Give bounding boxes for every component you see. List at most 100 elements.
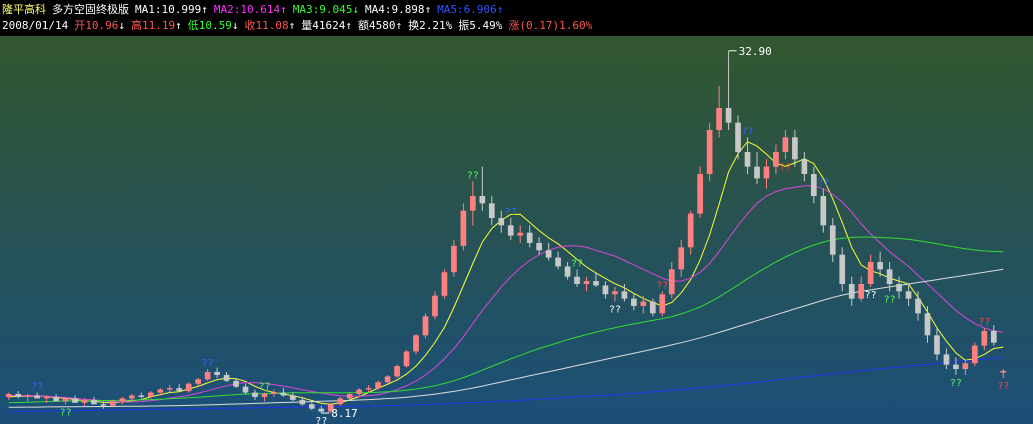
- candle-body: [725, 108, 732, 123]
- candle-body: [72, 398, 78, 403]
- candle-body: [526, 232, 533, 243]
- candle-body: [915, 298, 921, 314]
- candle-body: [981, 330, 988, 346]
- candle-body: [668, 269, 675, 295]
- candle-body: [754, 166, 760, 179]
- candle-body: [204, 372, 211, 380]
- candle-body: [479, 196, 486, 204]
- stock-name: 隆平高科: [2, 3, 46, 16]
- candle-body: [176, 388, 183, 392]
- candle-body: [792, 137, 798, 160]
- candle-body: [678, 247, 685, 270]
- signal-label: ??: [950, 378, 962, 389]
- signal-label: ??: [865, 290, 877, 301]
- candle-body: [147, 392, 154, 397]
- candle-body: [877, 262, 883, 270]
- candle: [972, 342, 978, 367]
- candle-body: [280, 392, 287, 396]
- signal-label: ??: [742, 126, 754, 137]
- quote-volume: 量41624↑: [301, 19, 352, 32]
- candle-body: [536, 242, 542, 251]
- candle-body: [943, 354, 950, 365]
- candle-body: [735, 122, 741, 152]
- candle-body: [422, 316, 429, 336]
- candle-body: [773, 152, 779, 167]
- candle-body: [782, 137, 789, 152]
- candle-body: [990, 330, 997, 343]
- candle-body: [507, 225, 514, 236]
- candle: [403, 350, 410, 368]
- candle-body: [451, 245, 457, 273]
- candle-body: [848, 284, 855, 299]
- ma1-label: MA1:10.999↑: [135, 3, 208, 16]
- candle-body: [972, 345, 978, 364]
- quote-turnover: 换2.21%: [408, 19, 453, 32]
- candle-body: [905, 291, 912, 299]
- candle-body: [934, 335, 940, 355]
- candle-body: [820, 196, 827, 226]
- candle-body: [413, 335, 419, 352]
- signal-label: ??: [60, 407, 72, 418]
- candle-body: [403, 351, 410, 367]
- quote-low: 低10.59↓: [187, 19, 239, 32]
- candle-body: [810, 174, 817, 196]
- quote-date: 2008/01/14: [2, 19, 69, 32]
- ma5-label: MA5:6.906↑: [437, 3, 504, 16]
- candlestick-chart[interactable]: ???????????????????????????????????? 32.…: [0, 36, 1033, 424]
- quote-close: 收11.08↑: [244, 19, 296, 32]
- candle-body: [157, 389, 164, 393]
- signal-label: ??: [656, 280, 668, 291]
- candle-body: [574, 276, 580, 284]
- candle-body: [100, 404, 107, 406]
- indicator-name: 多方空固终极版: [52, 3, 129, 16]
- candle-body: [649, 301, 656, 314]
- max-price-label: 32.90: [739, 45, 772, 58]
- candle-body: [886, 269, 893, 284]
- indicator-header: 隆平高科 多方空固终极版 MA1:10.999↑ MA2:10.614↑ MA3:9.0…: [2, 2, 509, 17]
- candle-body: [687, 213, 694, 248]
- quote-amount: 额4580↑: [357, 19, 403, 32]
- candle-body: [53, 396, 59, 402]
- candle: [185, 382, 192, 393]
- candle-body: [839, 254, 846, 284]
- candle-body: [5, 394, 12, 397]
- candle-body: [517, 232, 524, 236]
- candle-body: [195, 379, 202, 384]
- quote-high: 高11.19↑: [130, 19, 182, 32]
- signal-label: ??: [202, 358, 214, 369]
- candle: [422, 313, 429, 339]
- candle-body: [308, 404, 315, 409]
- signal-label: ??: [817, 178, 829, 189]
- signal-label: ??: [978, 317, 990, 328]
- signal-label: ??: [505, 207, 517, 218]
- candle: [659, 291, 666, 317]
- candle-body: [659, 294, 666, 314]
- candle-body: [91, 399, 97, 405]
- ma4-label: MA4:9.898↑: [364, 3, 432, 16]
- candle-body: [252, 392, 258, 397]
- candle-body: [242, 386, 249, 393]
- candle-body: [744, 152, 751, 167]
- candle-body: [15, 394, 22, 397]
- candle-body: [962, 363, 969, 370]
- candle-body: [185, 383, 192, 392]
- candle-body: [24, 395, 31, 397]
- candle-body: [394, 366, 400, 377]
- candle-body: [441, 272, 448, 296]
- candle-body: [43, 396, 50, 399]
- candle-body: [545, 250, 552, 258]
- candle-body: [593, 281, 599, 286]
- candle-body: [1000, 370, 1007, 373]
- candle: [413, 333, 419, 355]
- candle-body: [214, 372, 220, 375]
- candle-body: [555, 257, 561, 267]
- candle-body: [896, 284, 902, 292]
- candle-body: [953, 364, 959, 370]
- quote-amplitude: 振5.49%: [458, 19, 503, 32]
- candle-body: [924, 313, 931, 336]
- candle-body: [602, 285, 609, 295]
- candle-body: [375, 382, 381, 389]
- candle-body: [337, 398, 344, 405]
- candle-body: [716, 108, 722, 130]
- candle-body: [583, 281, 590, 284]
